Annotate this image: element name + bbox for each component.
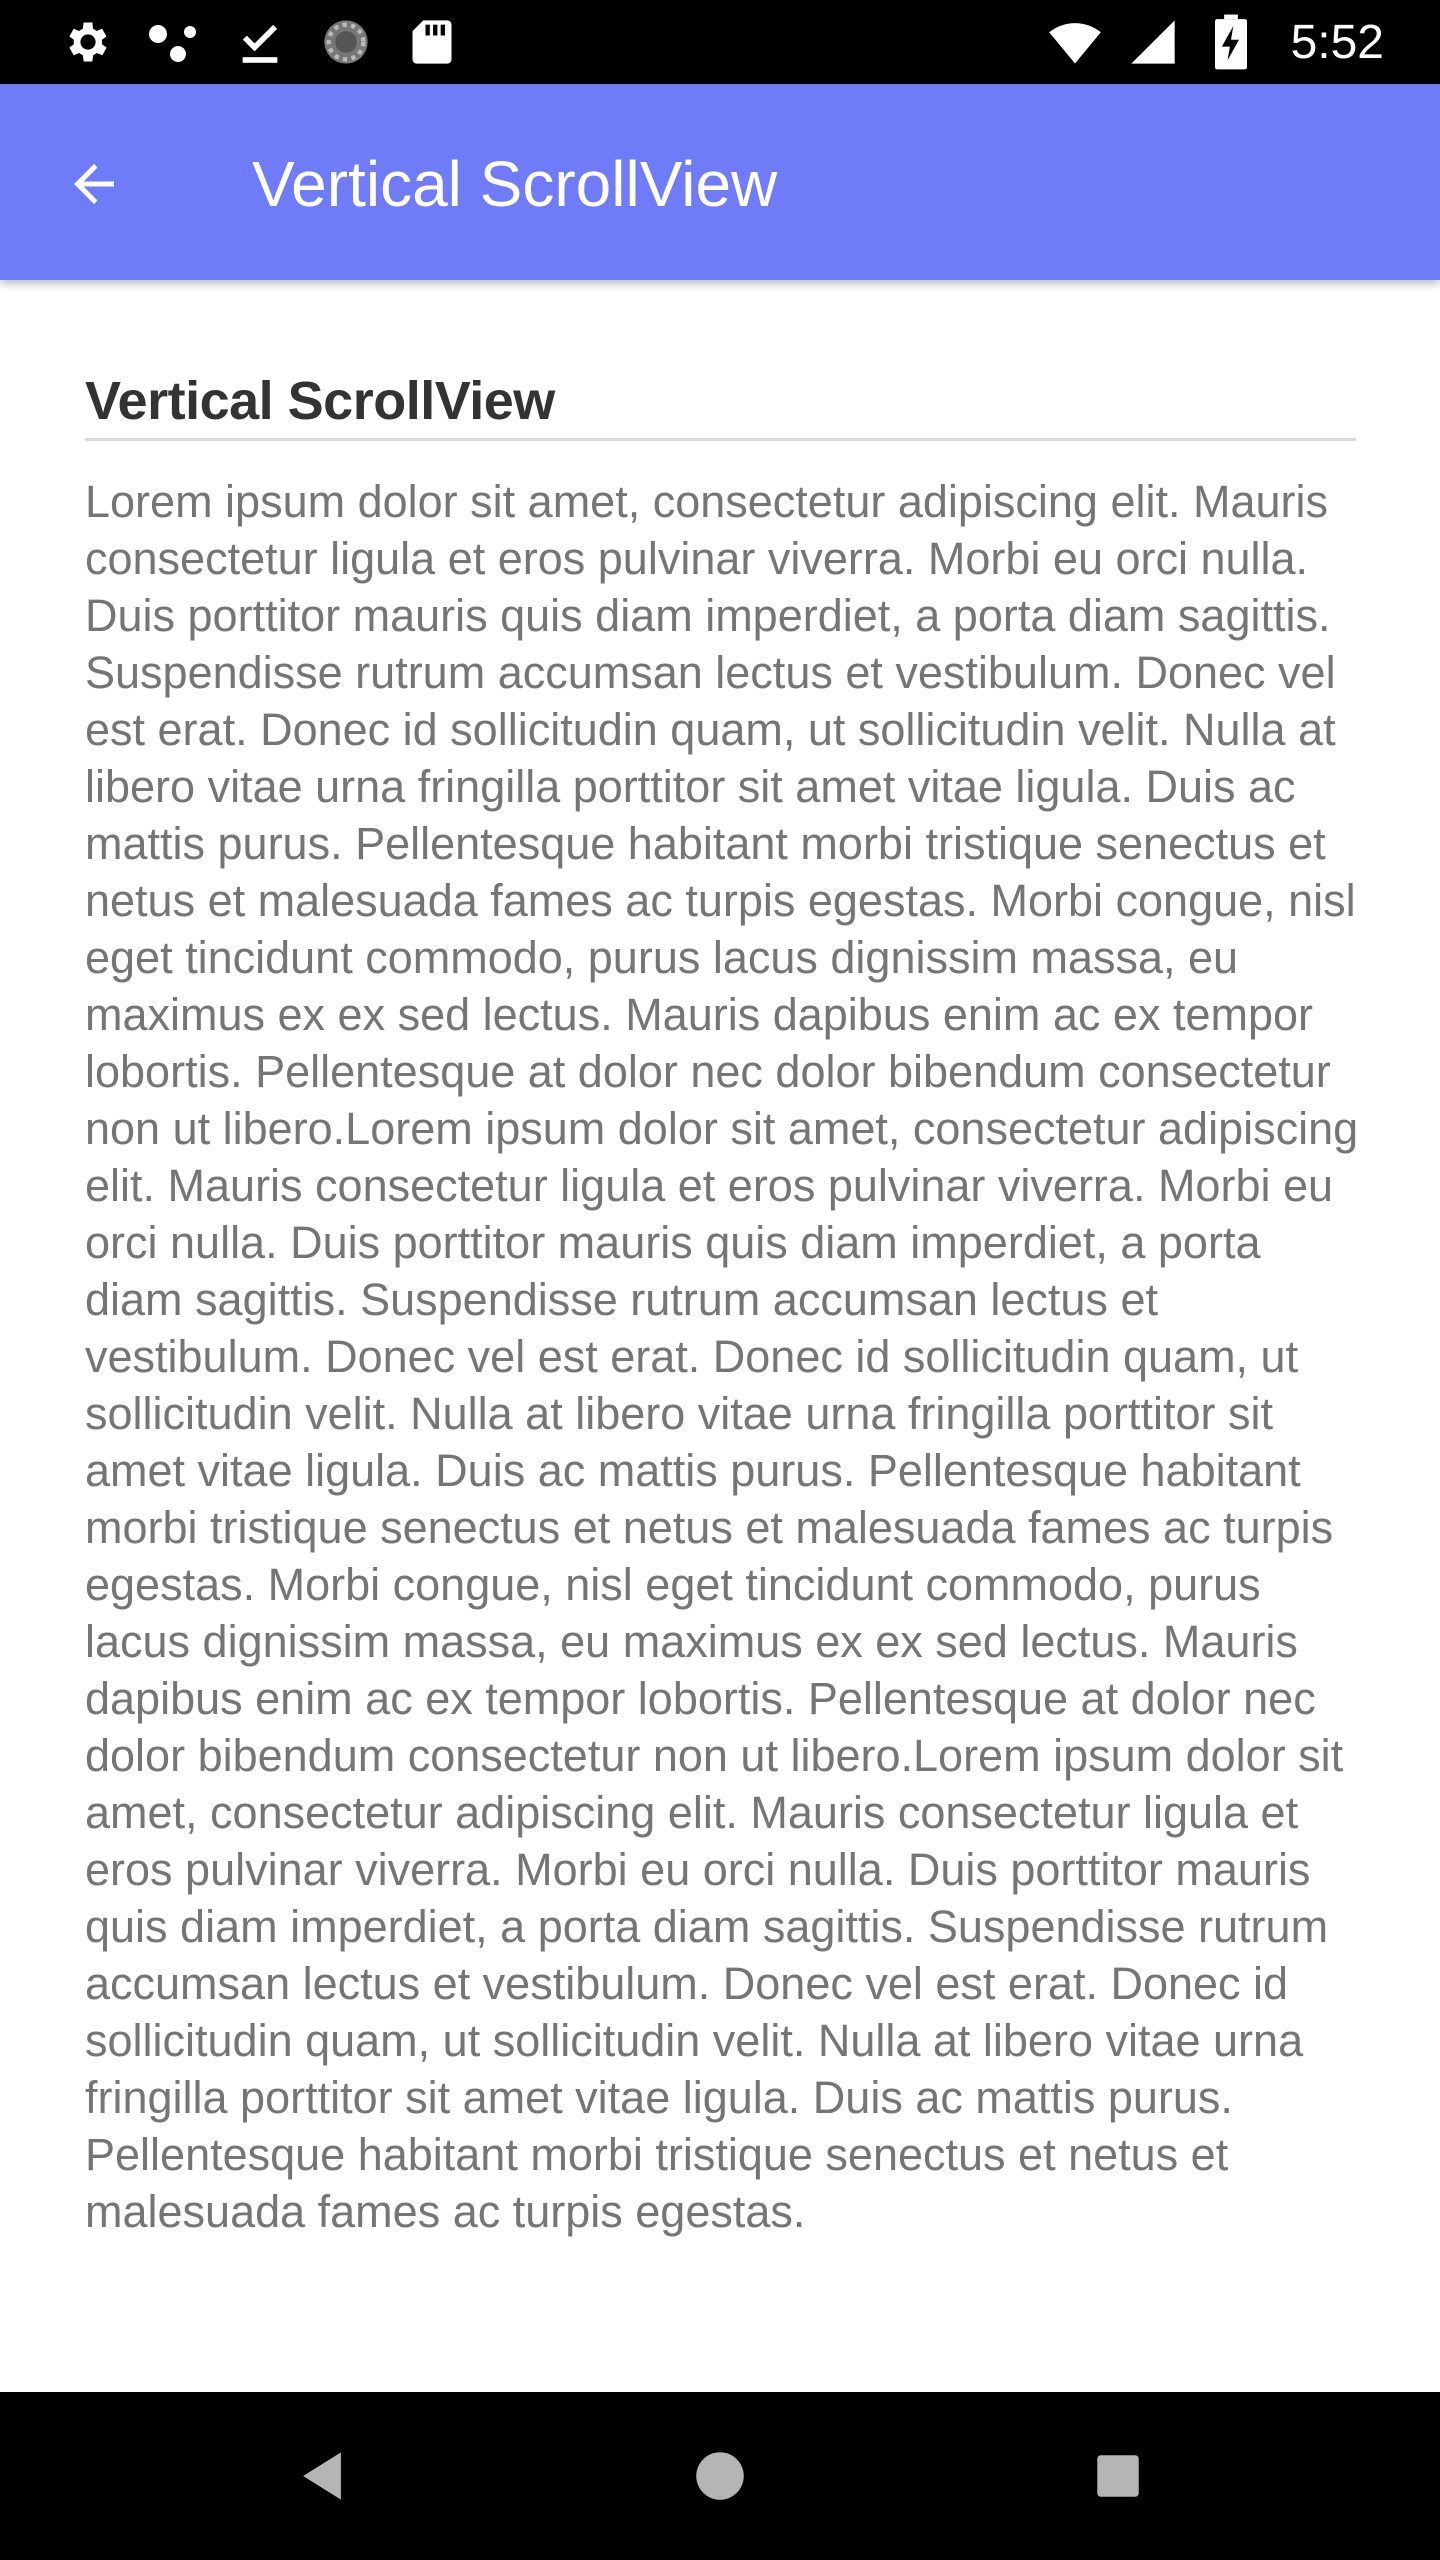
- section-heading: Vertical ScrollView: [85, 371, 555, 431]
- nav-home-button[interactable]: [680, 2436, 760, 2516]
- app-bar-title: Vertical ScrollView: [252, 148, 778, 220]
- nav-recents-button[interactable]: [1078, 2436, 1158, 2516]
- settings-icon: [60, 14, 116, 70]
- back-button[interactable]: [52, 142, 136, 226]
- sync-circle-icon: [318, 14, 374, 70]
- cell-signal-icon: [1125, 14, 1181, 70]
- sd-card-icon: [404, 14, 460, 70]
- wifi-icon: [1047, 14, 1103, 70]
- home-circle-icon: [696, 2452, 744, 2500]
- app-screen: 5:52 Vertical ScrollView Vertical Scroll…: [0, 0, 1440, 2560]
- navigation-bar: [0, 2392, 1440, 2560]
- download-done-icon: [232, 14, 288, 70]
- status-system: 5:52: [1047, 14, 1384, 70]
- network-dots-icon: [146, 14, 202, 70]
- app-bar: Vertical ScrollView: [0, 84, 1440, 280]
- status-notifications: [60, 14, 460, 70]
- battery-charging-icon: [1203, 14, 1259, 70]
- nav-back-button[interactable]: [282, 2436, 362, 2516]
- heading-divider: [85, 438, 1356, 441]
- arrow-back-icon: [74, 164, 114, 204]
- recents-square-icon: [1097, 2455, 1139, 2497]
- status-clock: 5:52: [1290, 15, 1384, 69]
- back-triangle-icon: [303, 2452, 341, 2500]
- status-bar: 5:52: [0, 0, 1440, 84]
- body-paragraph: Lorem ipsum dolor sit amet, consectetur …: [85, 476, 1359, 2237]
- vertical-scroll-view[interactable]: Vertical ScrollView Lorem ipsum dolor si…: [0, 280, 1440, 2392]
